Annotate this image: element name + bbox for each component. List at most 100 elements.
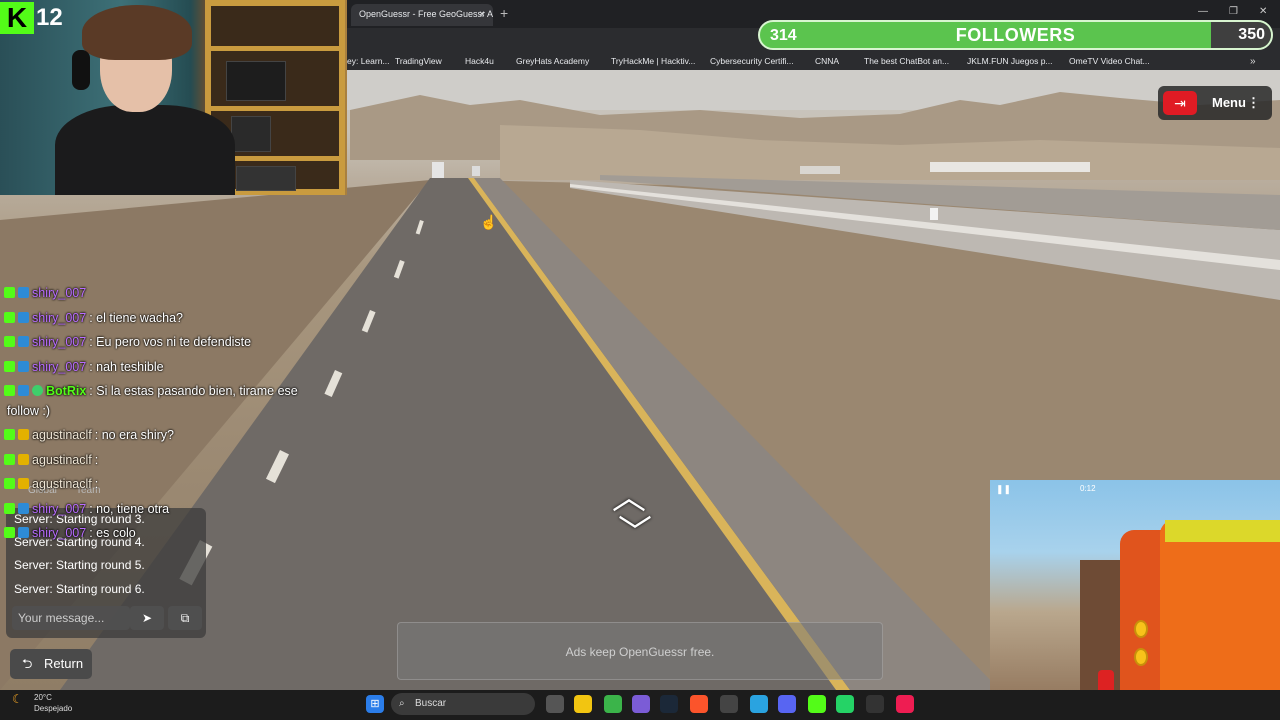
chat-message-input[interactable] [12, 606, 130, 630]
bookmark-item[interactable]: CNNA [815, 56, 839, 66]
bookmark-label: JKLM.FUN Juegos p... [967, 56, 1053, 66]
chat-message: follow :) [4, 404, 50, 418]
chat-badge-icon [4, 503, 15, 514]
chat-badge-icon [18, 312, 29, 323]
weather-widget[interactable]: ☾ 20°C Despejado [12, 692, 72, 713]
send-icon[interactable]: ➤ [130, 606, 164, 630]
server-message: Server: Starting round 6. [14, 582, 145, 596]
menu-button[interactable]: Menu ⋮ [1202, 91, 1268, 115]
viewer-count: 12 [36, 4, 63, 31]
tiktok-icon[interactable] [896, 695, 914, 713]
bookmark-item[interactable]: TryHackMe | Hacktiv... [611, 56, 695, 66]
chat-username[interactable]: BotRix [46, 384, 86, 398]
chat-message: agustinaclf: [4, 477, 98, 491]
app-icon[interactable] [632, 695, 650, 713]
chat-badge-icon [32, 385, 43, 396]
app-icon[interactable] [866, 695, 884, 713]
new-tab-button[interactable]: + [500, 5, 508, 21]
chat-username[interactable]: agustinaclf [32, 453, 92, 467]
chat-username[interactable]: shiry_007 [32, 360, 86, 374]
minimize-icon[interactable]: — [1198, 6, 1208, 17]
bookmark-item[interactable]: JKLM.FUN Juegos p... [967, 56, 1053, 66]
bookmark-item[interactable]: TradingView [395, 56, 442, 66]
chat-text: : [94, 477, 99, 491]
file-explorer-icon[interactable] [574, 695, 592, 713]
chat-username[interactable]: agustinaclf [32, 477, 92, 491]
move-back-arrow-icon[interactable]: ﹀ [618, 505, 652, 554]
followers-goal-bar: 314 FOLLOWERS 350 [758, 20, 1273, 50]
followers-goal: 350 [1238, 26, 1265, 43]
chat-text: : es colo [89, 526, 136, 540]
chat-expand-icon[interactable]: ⧉ [168, 606, 202, 630]
chat-username[interactable]: shiry_007 [32, 311, 86, 325]
chat-badge-icon [4, 527, 15, 538]
chat-message: shiry_007: Eu pero vos ni te defendiste [4, 335, 251, 349]
bookmark-item[interactable]: ey: Learn... [347, 56, 390, 66]
whatsapp-icon[interactable] [836, 695, 854, 713]
server-message: Server: Starting round 5. [14, 558, 145, 572]
chat-badge-icon [4, 312, 15, 323]
bookmark-label: Cybersecurity Certifi... [710, 56, 794, 66]
chat-text: : [94, 453, 99, 467]
streamer-body [55, 105, 235, 195]
chat-username[interactable]: agustinaclf [32, 428, 92, 442]
kick-icon[interactable] [808, 695, 826, 713]
chat-badge-icon [18, 503, 29, 514]
game-timer: 0:12 [1080, 484, 1096, 493]
chat-text: follow :) [7, 404, 51, 418]
task-view-icon[interactable] [546, 695, 564, 713]
bookmark-item[interactable]: GreyHats Academy [516, 56, 589, 66]
discord-icon[interactable] [778, 695, 796, 713]
bookmarks-more-icon[interactable]: » [1250, 56, 1256, 67]
chat-badge-icon [4, 287, 15, 298]
chat-text: : nah teshible [89, 360, 164, 374]
pause-icon[interactable]: ❚❚ [996, 484, 1011, 495]
chat-username[interactable]: shiry_007 [32, 526, 86, 540]
bookmark-item[interactable]: Cybersecurity Certifi... [710, 56, 794, 66]
tab-close-icon[interactable]: × [479, 9, 485, 20]
bookmark-item[interactable]: OmeTV Video Chat... [1069, 56, 1150, 66]
chat-message: shiry_007 [4, 286, 89, 300]
window-close-icon[interactable]: ✕ [1259, 6, 1267, 17]
taskbar-search-label: Buscar [415, 698, 447, 709]
chat-badge-icon [4, 336, 15, 347]
steam-icon[interactable] [660, 695, 678, 713]
bookmark-item[interactable]: Hack4u [465, 56, 494, 66]
chat-badge-icon [18, 385, 29, 396]
chat-badge-icon [18, 287, 29, 298]
chat-username[interactable]: shiry_007 [32, 502, 86, 516]
app-icon[interactable] [720, 695, 738, 713]
webcam-overlay: K 12 [0, 0, 347, 195]
bookmark-label: GreyHats Academy [516, 56, 590, 66]
windows-start-icon[interactable]: ⊞ [366, 695, 384, 713]
app-icon[interactable] [604, 695, 622, 713]
bookmark-item[interactable]: The best ChatBot an... [864, 56, 949, 66]
return-button[interactable]: ⮌ Return [10, 649, 92, 679]
bookmark-label: Hack4u [465, 56, 494, 66]
chat-badge-icon [4, 429, 15, 440]
chat-username[interactable]: shiry_007 [32, 286, 86, 300]
chat-message: shiry_007: no, tiene otra [4, 502, 169, 516]
taskbar-search[interactable]: ⌕ Buscar [391, 693, 535, 715]
chat-badge-icon [4, 478, 15, 489]
chat-message: shiry_007: es colo [4, 526, 136, 540]
exit-button[interactable]: ⇥ [1163, 91, 1197, 115]
chat-message: shiry_007: nah teshible [4, 360, 164, 374]
return-label: Return [44, 656, 84, 671]
chat-text: : no era shiry? [94, 428, 174, 442]
more-vertical-icon: ⋮ [1247, 95, 1260, 110]
chat-message: agustinaclf: no era shiry? [4, 428, 174, 442]
chat-username[interactable]: shiry_007 [32, 335, 86, 349]
brave-browser-icon[interactable] [690, 695, 708, 713]
weather-temp: 20°C [34, 693, 52, 702]
search-icon: ⌕ [399, 698, 405, 709]
telegram-icon[interactable] [750, 695, 768, 713]
maximize-icon[interactable]: ❐ [1229, 6, 1238, 17]
browser-tab-openguessr[interactable]: OpenGuessr - Free GeoGuessr A × [351, 4, 493, 26]
chat-badge-icon [18, 454, 29, 465]
weather-desc: Despejado [34, 704, 73, 713]
chat-badge-icon [18, 429, 29, 440]
bookmark-label: CNNA [815, 56, 840, 66]
chat-message: agustinaclf: [4, 453, 98, 467]
chat-badge-icon [18, 361, 29, 372]
